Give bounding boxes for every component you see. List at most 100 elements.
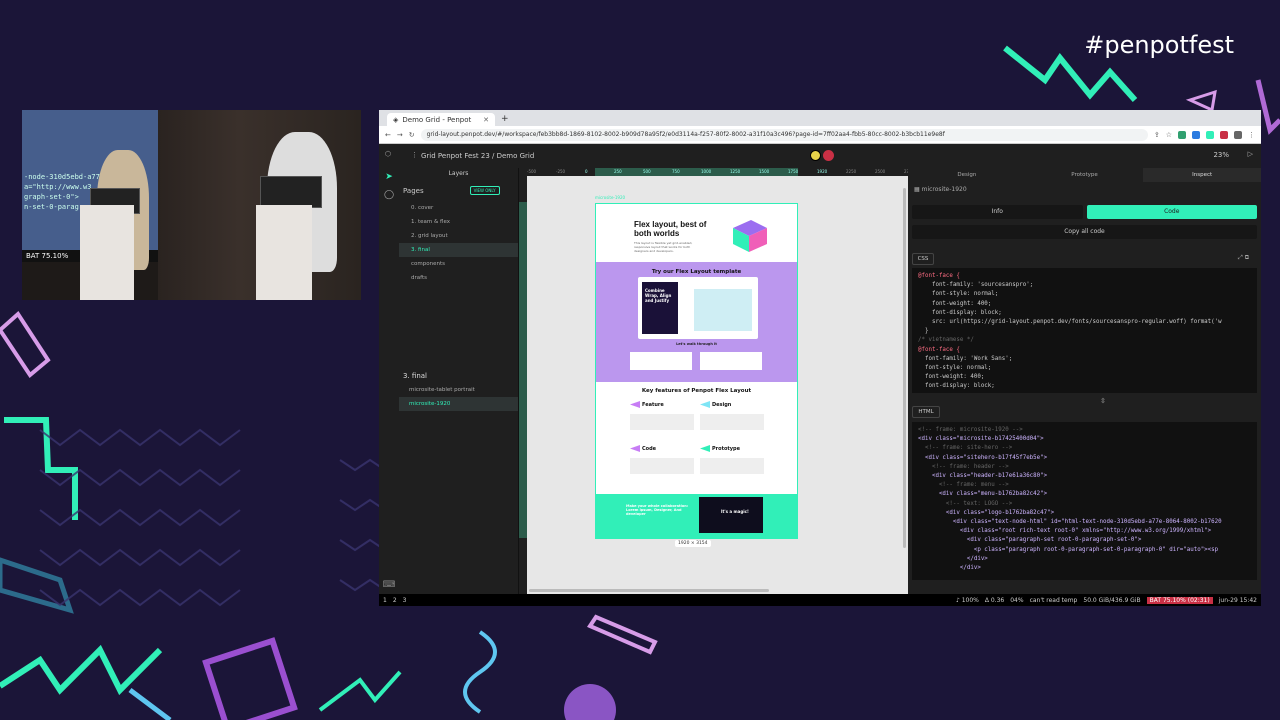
code-line: </div> [918, 565, 981, 572]
workspace-3[interactable]: 3 [403, 597, 407, 604]
hero-3d-illustration [733, 220, 767, 252]
shortcuts-icon[interactable]: ⌨ [379, 576, 399, 594]
expand-icon[interactable]: ⤢ ⧉ [1238, 254, 1249, 262]
share-icon[interactable]: ⇪ [1154, 131, 1160, 139]
layer-microsite-tablet[interactable]: microsite-tablet portrait [399, 383, 518, 397]
extension-icon[interactable] [1220, 130, 1228, 139]
ruler-top: -500 -250 0 250 500 750 1000 1250 1500 1750 1920 22… [519, 168, 914, 176]
comments-icon[interactable]: ◯ [379, 186, 399, 204]
html-language-select[interactable]: HTML [912, 406, 940, 418]
back-icon[interactable]: ← [385, 131, 391, 139]
extension-icon[interactable] [1192, 130, 1200, 139]
feature-label-text: Feature [642, 402, 664, 408]
feature-shape-icon [630, 401, 640, 408]
template-section: Try our Flex Layout template Combine Wra… [596, 262, 797, 382]
feature-card: Design [700, 401, 764, 442]
menu-dots-icon[interactable]: ⋮ [1248, 131, 1255, 139]
info-button[interactable]: Info [912, 205, 1083, 219]
canvas-vscroll[interactable] [903, 188, 906, 548]
avatar[interactable] [810, 150, 821, 161]
breadcrumb[interactable]: Grid Penpot Fest 23 / Demo Grid [421, 152, 534, 160]
tab-design[interactable]: Design [908, 168, 1026, 182]
page-item[interactable]: 0. cover [399, 201, 518, 215]
copy-all-code-button[interactable]: Copy all code [912, 225, 1257, 239]
pages-title: Pages [403, 186, 424, 195]
page-list: 0. cover 1. team & flex 2. grid layout 3. f… [399, 201, 518, 285]
info-box [630, 352, 692, 370]
extensions-puzzle-icon[interactable] [1234, 130, 1242, 139]
feature-label: Design [700, 401, 764, 408]
ruler-mark: -250 [556, 169, 566, 174]
page-item[interactable]: 3. final [399, 243, 518, 257]
browser-window: ◈ Demo Grid - Penpot ✕ + ← → ↻ grid-layo… [379, 110, 1261, 606]
selected-board: ▦ microsite-1920 [914, 186, 967, 193]
url-field[interactable]: grid-layout.penpot.dev/#/workspace/feb3b… [420, 128, 1148, 141]
board-microsite-1920[interactable]: Flex layout, best of both worlds This la… [595, 203, 798, 539]
code-line: <div class="header-b17e61a36c80"> [918, 473, 1048, 480]
forward-icon[interactable]: → [397, 131, 403, 139]
feature-label-text: Prototype [712, 446, 741, 452]
footer-text: Make your whole collaboration: Lorem ips… [626, 504, 689, 516]
clock: jun-29 15:42 [1218, 596, 1257, 604]
feature-label-text: Code [642, 446, 657, 452]
right-panel-tabs: Design Prototype Inspect [908, 168, 1261, 182]
canvas-hscroll[interactable] [529, 589, 769, 592]
code-line: @font-face { [918, 273, 960, 279]
workspace-2[interactable]: 2 [393, 597, 397, 604]
css-language-select[interactable]: CSS [912, 253, 934, 265]
ruler-left [519, 176, 527, 594]
feature-description [700, 458, 764, 474]
board-label[interactable]: microsite-1920 [595, 195, 625, 200]
play-icon[interactable]: ▷ [1248, 150, 1253, 158]
penpot-app: ⬡ ⋮ Grid Penpot Fest 23 / Demo Grid 23% … [379, 144, 1261, 594]
layers-tab[interactable]: Layers [399, 168, 518, 180]
move-tool-icon[interactable]: ➤ [379, 168, 399, 186]
tab-inspect[interactable]: Inspect [1143, 168, 1261, 182]
tool-rail: ➤ ◯ ⌨ [379, 168, 399, 594]
browser-tab[interactable]: ◈ Demo Grid - Penpot ✕ [387, 113, 495, 126]
extension-icon[interactable] [1178, 130, 1186, 139]
css-code-block[interactable]: @font-face { font-family: 'sourcesanspro… [912, 268, 1257, 393]
ruler-mark: 750 [672, 169, 680, 174]
speaker-camera: -node-310d5ebd-a77e a="http://www.w3 gra… [22, 110, 361, 300]
code-line: <!-- frame: menu --> [918, 482, 1009, 489]
close-tab-icon[interactable]: ✕ [483, 116, 489, 124]
page-item[interactable]: drafts [399, 271, 518, 285]
code-line: font-family: 'sourcesanspro'; [918, 282, 1034, 289]
page-item[interactable]: 1. team & flex [399, 215, 518, 229]
avatar[interactable] [823, 150, 834, 161]
design-canvas[interactable]: -500 -250 0 250 500 750 1000 1250 1500 1750 1920 22… [519, 168, 914, 594]
page-item[interactable]: 2. grid layout [399, 229, 518, 243]
zoom-level[interactable]: 23% [1213, 151, 1229, 159]
features-section: Key features of Penpot Flex Layout Featu… [596, 382, 797, 494]
workspace-1[interactable]: 1 [383, 597, 387, 604]
video-embed[interactable]: It's a magic! [699, 497, 763, 533]
code-button[interactable]: Code [1086, 205, 1257, 219]
tab-prototype[interactable]: Prototype [1026, 168, 1144, 182]
feature-label-text: Design [712, 402, 732, 408]
event-hashtag: #penpotfest [1084, 31, 1234, 59]
code-line: <div class="text-node-html" id="html-tex… [918, 519, 1222, 526]
new-tab-icon[interactable]: + [495, 114, 515, 126]
template-title: Try our Flex Layout template [651, 269, 742, 275]
info-box [700, 352, 762, 370]
penpot-logo-icon[interactable]: ⬡ [385, 150, 391, 158]
reload-icon[interactable]: ↻ [409, 131, 415, 139]
bookmark-icon[interactable]: ☆ [1166, 131, 1172, 139]
pages-header: Pages VIEW ONLY [399, 180, 518, 201]
code-line: <div class="sitehero-b17f45f7eb5e"> [918, 454, 1048, 461]
cpu-status: 04% [1010, 596, 1024, 604]
code-line: <div class="paragraph-set root-0-paragra… [918, 537, 1142, 544]
code-line: <p class="paragraph root-0-paragraph-set… [918, 546, 1219, 553]
inspect-panel: Design Prototype Inspect ▦ microsite-192… [908, 168, 1261, 594]
resize-handle-icon[interactable]: ⇳ [1100, 397, 1106, 405]
code-line: <div class="root rich-text root-0" xmlns… [918, 528, 1212, 535]
walkthrough-label: Let's walk through it [676, 342, 717, 346]
html-code-block[interactable]: <!-- frame: microsite-1920 --> <div class… [912, 422, 1257, 580]
extension-icon[interactable] [1206, 130, 1214, 139]
ruler-mark: -500 [527, 169, 537, 174]
code-line: font-style: normal; [918, 291, 999, 298]
layer-microsite-1920[interactable]: microsite-1920 [399, 397, 518, 411]
main-menu-icon[interactable]: ⋮ [411, 151, 418, 159]
page-item[interactable]: components [399, 257, 518, 271]
